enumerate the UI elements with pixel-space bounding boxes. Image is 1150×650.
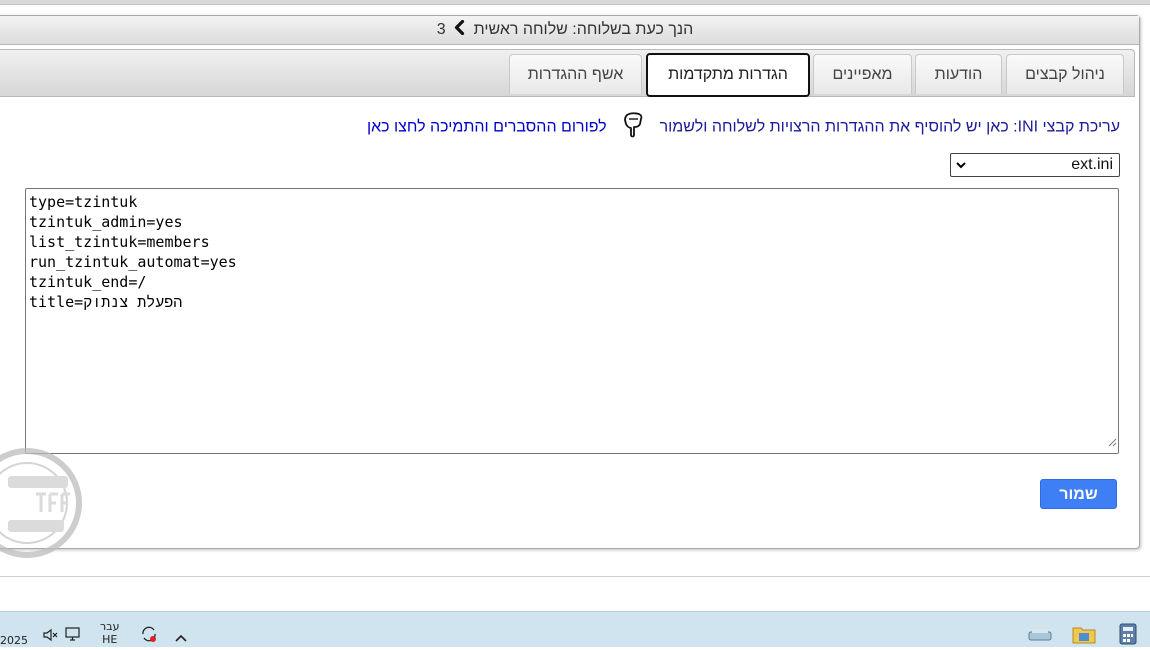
tab-file-management[interactable]: ניהול קבצים [1006, 54, 1124, 94]
watermark-stamp [0, 448, 82, 558]
speaker-muted-icon[interactable] [42, 627, 58, 647]
editor-line: title=הפעלת צנתוק [29, 293, 183, 311]
language-indicator[interactable]: עבר HE [100, 620, 119, 646]
language-line1: עבר [100, 620, 120, 633]
ini-file-select[interactable]: ext.ini [950, 153, 1120, 177]
tab-bar: ניהול קבצים הודעות מאפיינים הגדרות מתקדמ… [0, 49, 1135, 97]
editor-line: list_tzintuk=members [29, 233, 210, 251]
windows-taskbar: 2025 עבר HE [0, 611, 1150, 647]
breadcrumb: הנך כעת בשלוחה: שלוחה ראשית 3 [0, 19, 1139, 40]
drive-icon[interactable] [1027, 626, 1053, 648]
page-divider [0, 576, 1150, 577]
breadcrumb-number[interactable]: 3 [437, 21, 446, 38]
editor-line: tzintuk_admin=yes [29, 213, 183, 231]
editor-line: tzintuk_end=/ [29, 273, 147, 291]
panel-header: הנך כעת בשלוחה: שלוחה ראשית 3 [0, 16, 1139, 45]
clock-fragment: 2025 [0, 634, 28, 647]
support-forum-link[interactable]: לפורום ההסברים והתמיכה לחצו כאן [367, 119, 607, 136]
ini-editor-textarea[interactable]: type=tzintuk tzintuk_admin=yes list_tzin… [25, 188, 1119, 454]
tab-advanced-settings[interactable]: הגדרות מתקדמות [646, 53, 810, 97]
ini-info-row: עריכת קבצי INI: כאן יש להוסיף את ההגדרות… [367, 112, 1120, 143]
browser-top-strip [0, 0, 1150, 5]
tab-properties[interactable]: מאפיינים [813, 54, 912, 94]
language-line2: HE [102, 633, 118, 646]
chevron-down-icon [955, 158, 967, 176]
chevron-left-icon[interactable] [454, 19, 465, 40]
ini-info-text: עריכת קבצי INI: כאן יש להוסיף את ההגדרות… [659, 118, 1120, 136]
pointing-hand-icon [621, 112, 645, 143]
tab-messages[interactable]: הודעות [915, 54, 1002, 94]
ini-file-select-value: ext.ini [1071, 156, 1113, 173]
sync-icon[interactable] [140, 625, 158, 647]
editor-line: type=tzintuk [29, 193, 138, 211]
save-button[interactable]: שמור [1040, 479, 1117, 509]
editor-line: run_tzintuk_automat=yes [29, 253, 237, 271]
chevron-up-icon[interactable] [174, 628, 188, 647]
tab-settings-wizard[interactable]: אשף ההגדרות [509, 54, 642, 94]
network-icon[interactable] [64, 625, 82, 647]
breadcrumb-text: הנך כעת בשלוחה: שלוחה ראשית [473, 21, 694, 39]
resize-handle-icon[interactable] [1108, 432, 1117, 452]
